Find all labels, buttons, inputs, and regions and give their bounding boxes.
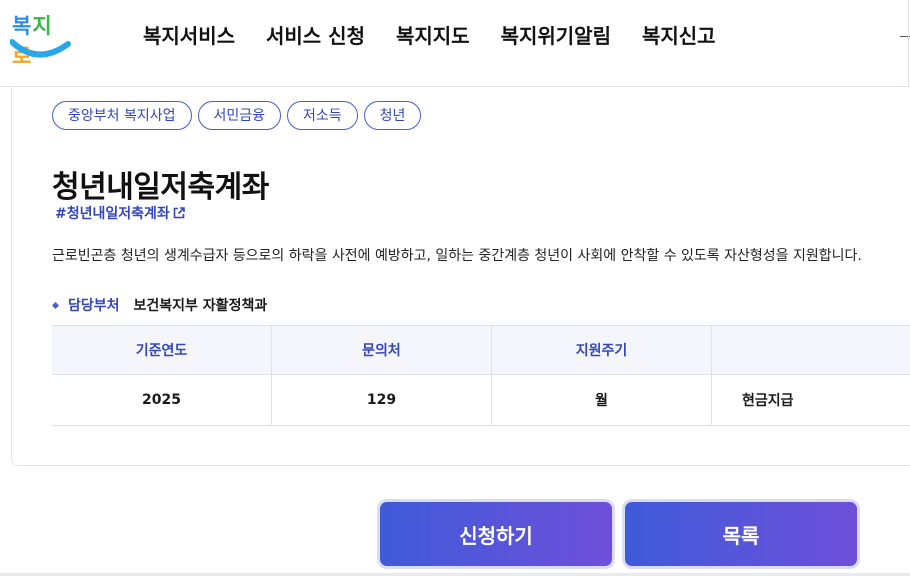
tag-low-income[interactable]: 저소득 [287, 101, 358, 130]
list-button[interactable]: 목록 [622, 499, 860, 569]
nav-crisis-alert[interactable]: 복지위기알림 [501, 20, 611, 49]
header-contact: 문의처 [272, 326, 492, 374]
cell-base-year: 2025 [52, 375, 272, 425]
tag-youth[interactable]: 청년 [363, 101, 422, 130]
site-header: 복지로 복지서비스 서비스 신청 복지지도 복지위기알림 복지신고 [0, 0, 910, 87]
tag-microfinance[interactable]: 서민금융 [197, 101, 282, 130]
main-nav: 복지서비스 서비스 신청 복지지도 복지위기알림 복지신고 [143, 20, 716, 49]
category-tags: 중앙부처 복지사업 서민금융 저소득 청년 [52, 101, 422, 130]
service-title: 청년내일저축계좌 [52, 170, 269, 205]
service-info-table: 기준연도 문의처 지원주기 2025 129 월 현금지급 [52, 325, 910, 426]
tag-central-ministry[interactable]: 중앙부처 복지사업 [52, 101, 192, 130]
nav-welfare-map[interactable]: 복지지도 [396, 20, 470, 49]
department-row: 담당부처 보건복지부 자활정책과 [51, 295, 268, 315]
apply-button[interactable]: 신청하기 [377, 499, 615, 569]
table-row: 2025 129 월 현금지급 [52, 375, 910, 426]
nav-service-apply[interactable]: 서비스 신청 [266, 20, 365, 49]
service-hashtag-link[interactable]: #청년내일저축계좌 [55, 203, 185, 223]
cell-support-type: 현금지급 [742, 393, 794, 409]
cell-support-cycle: 월 [492, 375, 712, 425]
header-base-year: 기준연도 [52, 326, 272, 374]
diamond-bullet-icon [51, 301, 60, 309]
external-link-icon [173, 207, 185, 219]
nav-welfare-services[interactable]: 복지서비스 [143, 20, 235, 49]
logo-smile-icon [10, 39, 71, 58]
table-header-row: 기준연도 문의처 지원주기 [52, 326, 910, 375]
hashtag-text: #청년내일저축계좌 [55, 206, 170, 222]
site-logo[interactable]: 복지로 [10, 8, 72, 68]
cell-contact: 129 [272, 375, 492, 425]
nav-welfare-report[interactable]: 복지신고 [642, 20, 716, 49]
department-value: 보건복지부 자활정책과 [133, 298, 268, 314]
department-label: 담당부처 [68, 298, 120, 314]
service-description: 근로빈곤층 청년의 생계수급자 등으로의 하락을 사전에 예방하고, 일하는 중… [52, 248, 862, 264]
header-edge [908, 0, 909, 86]
header-support-type [712, 326, 910, 374]
header-support-cycle: 지원주기 [492, 326, 712, 374]
